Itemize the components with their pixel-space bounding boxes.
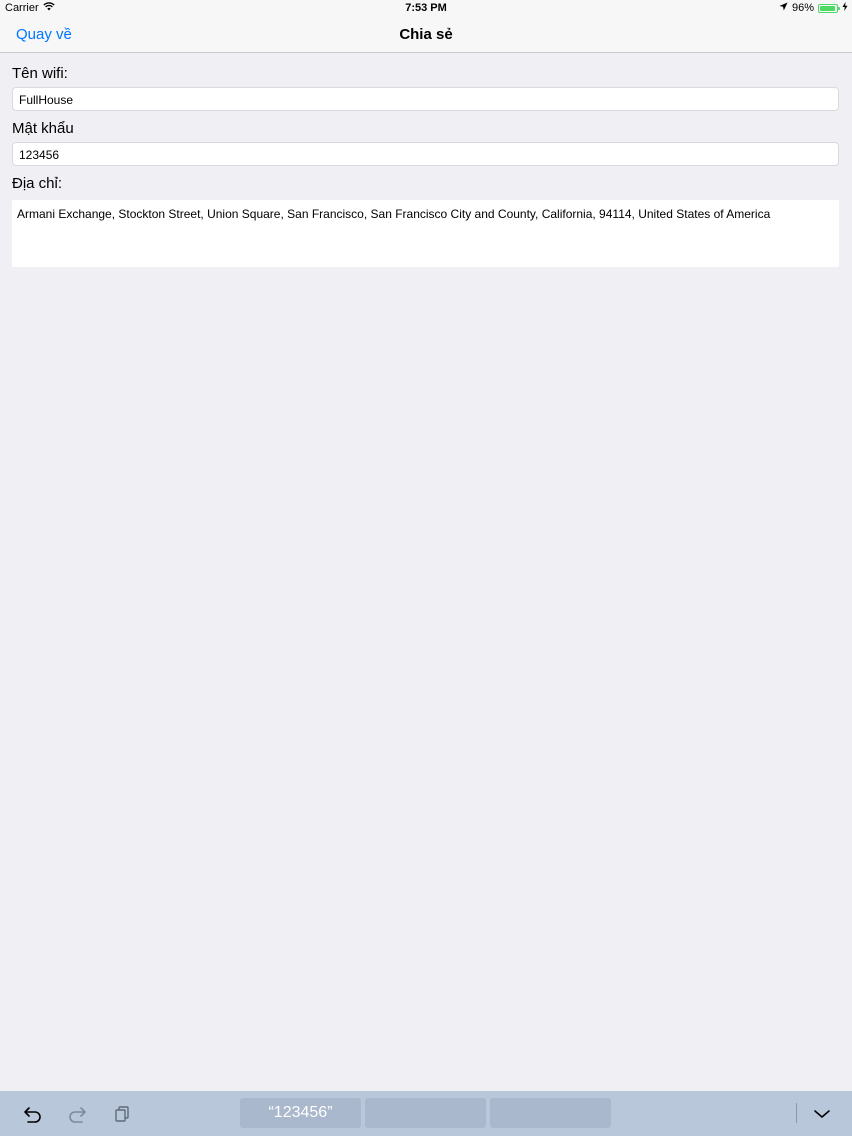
address-label: Địa chỉ: [12, 175, 63, 192]
status-bar: Carrier 7:53 PM 96% [0, 0, 852, 18]
redo-icon[interactable] [66, 1103, 88, 1125]
password-field[interactable]: 123456 [12, 142, 839, 166]
status-time: 7:53 PM [405, 2, 447, 14]
wifi-name-field[interactable]: FullHouse [12, 87, 839, 111]
address-textarea[interactable]: Armani Exchange, Stockton Street, Union … [12, 200, 839, 267]
suggestion-2[interactable] [365, 1098, 486, 1128]
battery-icon [818, 3, 840, 13]
password-label: Mật khẩu [12, 120, 74, 137]
page-title: Chia sẻ [399, 26, 453, 43]
keyboard-shortcut-bar: “123456” [0, 1091, 852, 1136]
navigation-bar: Quay về Chia sẻ [0, 18, 852, 53]
status-right: 96% [779, 2, 848, 14]
wifi-name-label: Tên wifi: [12, 65, 68, 82]
suggestion-1[interactable]: “123456” [240, 1098, 361, 1128]
paste-icon[interactable] [111, 1103, 133, 1125]
divider [796, 1103, 797, 1123]
battery-tip [838, 6, 840, 10]
battery-percent: 96% [791, 2, 814, 14]
location-arrow-icon [779, 2, 788, 14]
suggestion-3[interactable] [490, 1098, 611, 1128]
dismiss-keyboard-icon[interactable] [811, 1103, 833, 1125]
battery-level [820, 5, 835, 11]
undo-icon[interactable] [22, 1103, 44, 1125]
charging-bolt-icon [842, 2, 848, 14]
